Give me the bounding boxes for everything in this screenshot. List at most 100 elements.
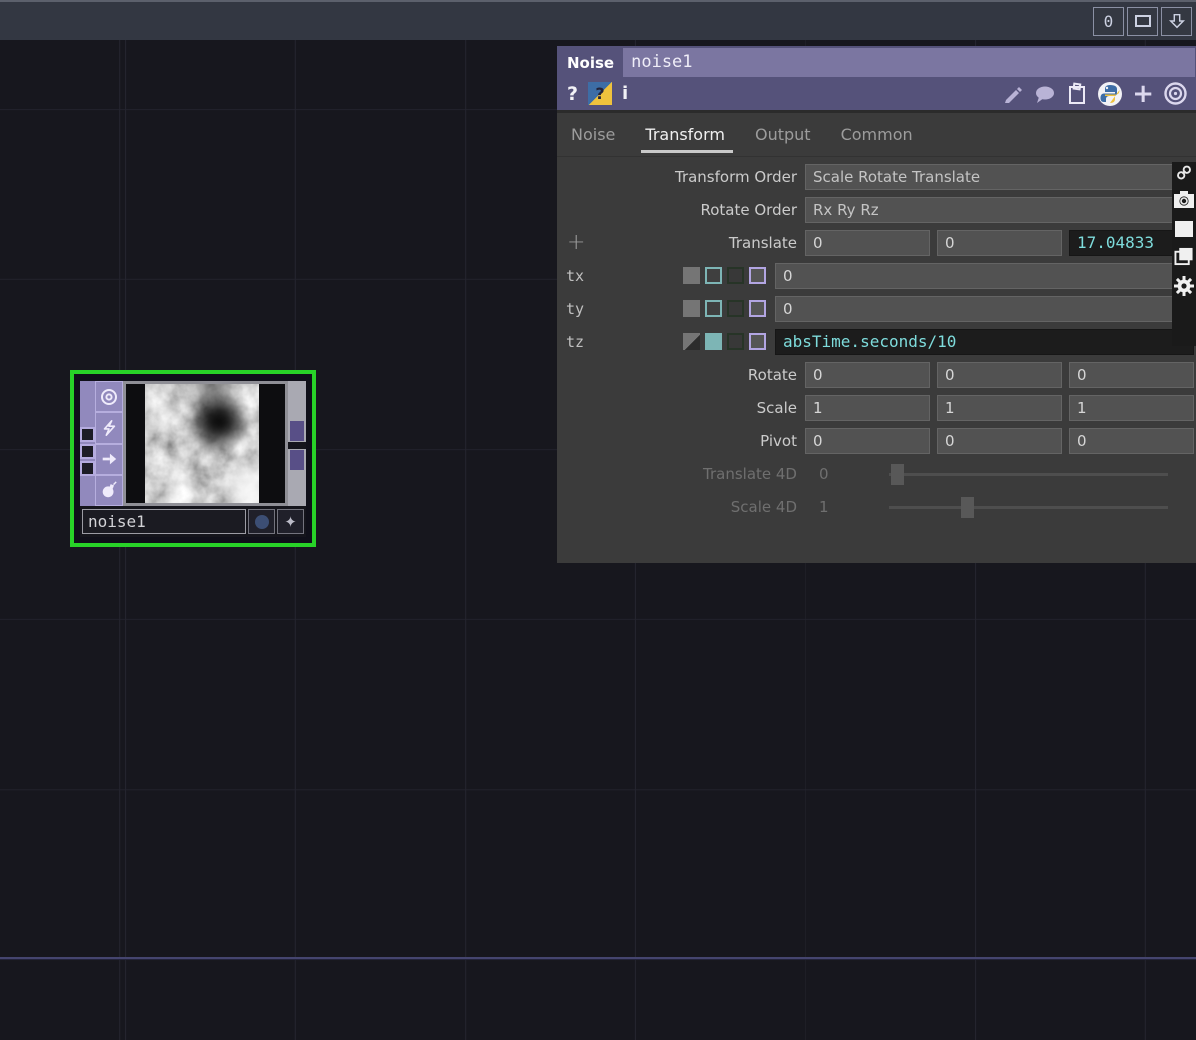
output-connector[interactable] xyxy=(290,450,304,470)
bind-mode-toggle[interactable] xyxy=(749,333,766,350)
param-row-rotate-order: Rotate Order Rx Ry Rz xyxy=(557,197,1196,230)
export-flag-button[interactable] xyxy=(95,444,123,475)
constant-mode-toggle[interactable] xyxy=(683,300,700,317)
pivot-x-field[interactable]: 0 xyxy=(805,428,930,454)
tab-transform[interactable]: Transform xyxy=(643,116,727,153)
param-label[interactable]: Transform Order xyxy=(557,164,805,190)
parameter-toolbar: ? ? i xyxy=(557,79,1196,113)
channel-row-tx: tx 0 xyxy=(557,263,1196,296)
node-color-badge[interactable] xyxy=(248,509,275,534)
output-connector[interactable] xyxy=(290,421,304,441)
param-row-translate4d: Translate 4D 0 xyxy=(557,461,1196,494)
rotate-z-field[interactable]: 0 xyxy=(1069,362,1194,388)
param-label[interactable]: Pivot xyxy=(557,428,805,454)
param-row-scale4d: Scale 4D 1 xyxy=(557,494,1196,527)
operator-name-input[interactable]: noise1 xyxy=(623,48,1195,77)
constant-mode-toggle[interactable] xyxy=(683,267,700,284)
viewer-letterbox xyxy=(259,384,285,503)
clipboard-icon[interactable] xyxy=(1066,82,1088,106)
node-noise1[interactable]: noise1 ✦ xyxy=(70,370,316,547)
pivot-z-field[interactable]: 0 xyxy=(1069,428,1194,454)
scale-y-field[interactable]: 1 xyxy=(937,395,1062,421)
python-help-icon[interactable]: ? xyxy=(588,82,612,105)
viewer-letterbox xyxy=(126,384,145,503)
bind-mode-toggle[interactable] xyxy=(749,300,766,317)
tab-common[interactable]: Common xyxy=(839,116,915,153)
ty-value-field[interactable]: 0 xyxy=(775,296,1194,322)
plus-icon[interactable]: + xyxy=(1132,84,1154,104)
expression-mode-toggle[interactable] xyxy=(705,267,722,284)
tx-value-field[interactable]: 0 xyxy=(775,263,1194,289)
expression-mode-toggle[interactable] xyxy=(705,333,722,350)
bind-mode-toggle[interactable] xyxy=(749,267,766,284)
tz-expression-field[interactable]: absTime.seconds/10 xyxy=(775,329,1194,355)
channel-label-ty[interactable]: ty xyxy=(566,296,584,322)
down-arrow-icon xyxy=(1168,12,1186,30)
comment-icon[interactable] xyxy=(1033,83,1057,105)
window-maximize-button[interactable] xyxy=(1127,7,1158,36)
param-label[interactable]: Scale 4D xyxy=(557,494,805,520)
bomb-icon xyxy=(100,481,118,499)
channel-label-tx[interactable]: tx xyxy=(566,263,584,289)
export-mode-toggle[interactable] xyxy=(727,300,744,317)
network-origin-line xyxy=(0,957,1196,959)
rotate-x-field[interactable]: 0 xyxy=(805,362,930,388)
target-icon[interactable] xyxy=(1163,81,1188,106)
viewer-flag-button[interactable] xyxy=(95,381,123,412)
translate-x-field[interactable]: 0 xyxy=(805,230,930,256)
node-viewer[interactable] xyxy=(123,381,288,506)
input-connector[interactable] xyxy=(80,427,95,442)
bypass-flag-button[interactable] xyxy=(95,412,123,443)
lightning-icon xyxy=(100,419,118,437)
cook-flag-button[interactable] xyxy=(95,475,123,506)
node-name-field[interactable]: noise1 xyxy=(82,509,246,534)
slider-handle[interactable] xyxy=(891,464,904,485)
expand-channels-button[interactable]: + xyxy=(567,232,585,254)
scale4d-value[interactable]: 1 xyxy=(819,494,829,520)
gear-icon[interactable] xyxy=(1173,275,1195,297)
param-row-pivot: Pivot 0 0 0 xyxy=(557,428,1196,461)
param-label[interactable]: Translate xyxy=(557,230,805,256)
transform-order-dropdown[interactable]: Scale Rotate Translate xyxy=(805,164,1194,190)
python-icon[interactable] xyxy=(1097,81,1123,107)
param-label[interactable]: Translate 4D xyxy=(557,461,805,487)
translate4d-slider[interactable] xyxy=(889,473,1168,476)
arrow-icon xyxy=(100,450,118,468)
param-label[interactable]: Rotate xyxy=(557,362,805,388)
param-label[interactable]: Scale xyxy=(557,395,805,421)
pencil-icon[interactable] xyxy=(1002,83,1024,105)
rotate-y-field[interactable]: 0 xyxy=(937,362,1062,388)
export-mode-toggle[interactable] xyxy=(727,267,744,284)
constant-mode-toggle[interactable] xyxy=(683,333,700,350)
pivot-y-field[interactable]: 0 xyxy=(937,428,1062,454)
export-mode-toggle[interactable] xyxy=(727,333,744,350)
parameter-header: Noise noise1 xyxy=(557,46,1196,79)
side-toolbar xyxy=(1172,162,1196,346)
scale4d-slider[interactable] xyxy=(889,506,1168,509)
link-icon[interactable] xyxy=(1176,165,1192,180)
input-connector[interactable] xyxy=(80,444,95,459)
info-icon[interactable]: i xyxy=(622,83,628,104)
channel-label-tz[interactable]: tz xyxy=(566,329,584,355)
touchdesigner-window: 0 xyxy=(0,0,1196,1040)
rotate-order-dropdown[interactable]: Rx Ry Rz xyxy=(805,197,1194,223)
help-icon[interactable]: ? xyxy=(567,83,578,105)
camera-icon[interactable] xyxy=(1173,189,1195,211)
node-comment-badge[interactable]: ✦ xyxy=(277,509,304,534)
param-label[interactable]: Rotate Order xyxy=(557,197,805,223)
tab-noise[interactable]: Noise xyxy=(569,116,617,153)
slider-handle[interactable] xyxy=(961,497,974,518)
param-row-transform-order: Transform Order Scale Rotate Translate xyxy=(557,164,1196,197)
solid-square-icon[interactable] xyxy=(1174,220,1194,238)
layered-square-icon[interactable] xyxy=(1174,247,1194,266)
tab-output[interactable]: Output xyxy=(753,116,813,153)
operator-type-label: Noise xyxy=(557,54,623,72)
translate-y-field[interactable]: 0 xyxy=(937,230,1062,256)
dock-down-button[interactable] xyxy=(1161,7,1192,36)
input-connector[interactable] xyxy=(80,461,95,476)
scale-z-field[interactable]: 1 xyxy=(1069,395,1194,421)
translate4d-value[interactable]: 0 xyxy=(819,461,829,487)
expression-mode-toggle[interactable] xyxy=(705,300,722,317)
scale-x-field[interactable]: 1 xyxy=(805,395,930,421)
status-count-button[interactable]: 0 xyxy=(1093,7,1124,36)
